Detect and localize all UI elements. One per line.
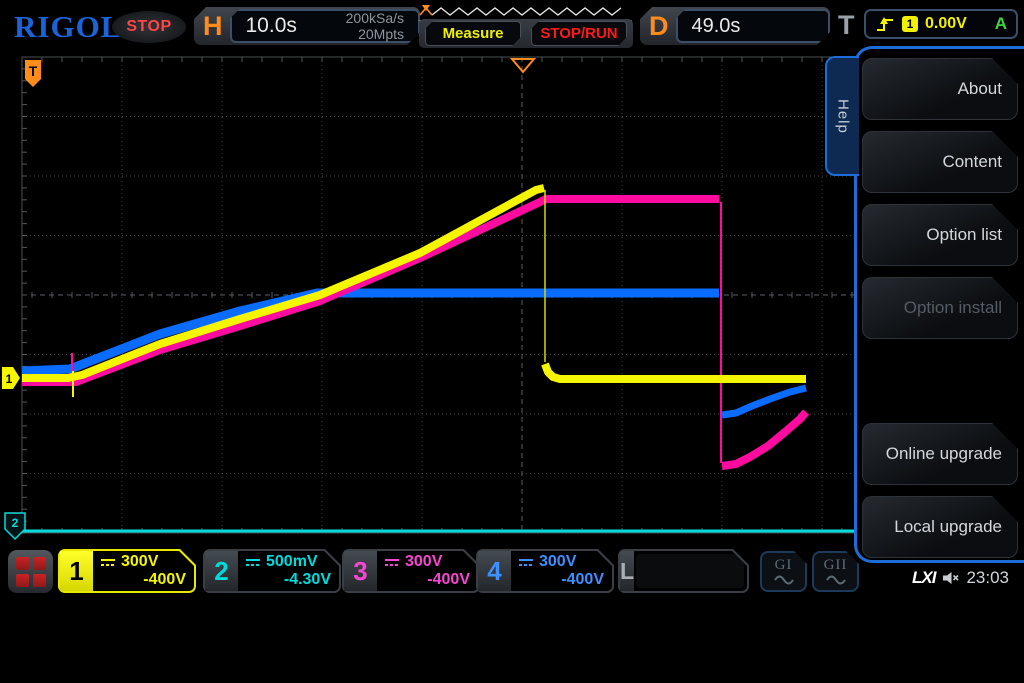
ch2-marker-label: 2: [12, 516, 19, 530]
logic-channel-list: 0 1 2 3 4 5 6 7 8 9 1011 12131415: [636, 554, 744, 588]
channel-1-block[interactable]: 1 300V -400V: [58, 549, 196, 593]
sine-wave-icon: [773, 573, 795, 585]
logic-label: L: [620, 551, 634, 591]
speaker-muted-icon[interactable]: [941, 570, 960, 586]
channel-4-offset: -400V: [561, 571, 604, 588]
channel-2-offset: -4.30V: [283, 571, 331, 588]
channel-2-scale: 500mV: [266, 553, 318, 570]
ch1-level-marker[interactable]: 1: [2, 367, 20, 389]
channel-4-number: 4: [478, 551, 511, 591]
channel-4-block[interactable]: 4 300V -400V: [476, 549, 614, 593]
menu-tab-label: Help: [834, 98, 852, 134]
menu-item-option-list[interactable]: Option list: [862, 204, 1018, 266]
coupling-dc-icon: [100, 558, 116, 567]
channel-1-offset: -400V: [143, 571, 186, 588]
coupling-dc-icon: [384, 558, 400, 567]
generator-2-button[interactable]: GII: [812, 551, 859, 592]
menu-item-option-install: Option install: [862, 277, 1018, 339]
channel-4-scale: 300V: [539, 553, 577, 570]
generator-2-label: GII: [823, 557, 848, 573]
channel-1-number: 1: [60, 551, 93, 591]
status-area: LXI 23:03: [912, 568, 1018, 588]
channel-3-number: 3: [344, 551, 377, 591]
coupling-dc-icon: [518, 558, 534, 567]
generator-1-label: GI: [774, 557, 793, 573]
main-menu-button[interactable]: [8, 550, 53, 593]
lxi-indicator: LXI: [912, 568, 936, 587]
ch2-level-marker[interactable]: 2: [4, 512, 26, 541]
menu-item-about[interactable]: About: [862, 58, 1018, 120]
coupling-dc-icon: [245, 558, 261, 567]
channel-3-block[interactable]: 3 300V -400V: [342, 549, 480, 593]
menu-tab-help[interactable]: Help: [825, 56, 859, 176]
channel-1-scale: 300V: [121, 553, 159, 570]
channel-2-number: 2: [205, 551, 238, 591]
menu-item-online-upgrade[interactable]: Online upgrade: [862, 423, 1018, 485]
clock: 23:03: [966, 568, 1009, 587]
ch1-marker-label: 1: [6, 372, 13, 386]
sine-wave-icon: [825, 573, 847, 585]
logic-channels-block[interactable]: L 0 1 2 3 4 5 6 7 8 9 1011 12131415: [618, 549, 749, 593]
logic-row-2: 8 9 1011 12131415: [644, 636, 745, 649]
channel-3-scale: 300V: [405, 553, 443, 570]
channel-3-offset: -400V: [427, 571, 470, 588]
channel-2-block[interactable]: 2 500mV -4.30V: [203, 549, 341, 593]
menu-item-content[interactable]: Content: [862, 131, 1018, 193]
generator-1-button[interactable]: GI: [760, 551, 807, 592]
menu-grid-icon: [15, 556, 46, 587]
menu-item-local-upgrade[interactable]: Local upgrade: [862, 496, 1018, 558]
trigger-marker-label: T: [29, 63, 38, 79]
